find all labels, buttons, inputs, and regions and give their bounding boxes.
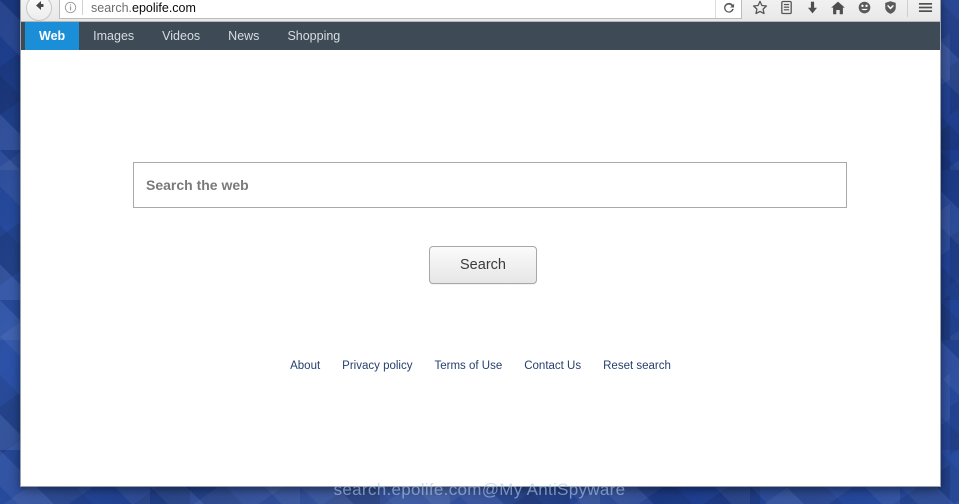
nav-tab-label: Videos — [162, 29, 201, 43]
nav-tab-label: Web — [39, 29, 66, 43]
footer-link-contact-us[interactable]: Contact Us — [524, 360, 581, 372]
search-input[interactable] — [134, 163, 846, 207]
browser-window: search.epolife.com Web Images Videos New… — [20, 0, 941, 487]
library-icon — [779, 0, 794, 15]
page-content: Search About Privacy policy Terms of Use… — [21, 50, 940, 486]
nav-tab-label: News — [228, 29, 260, 43]
bookmark-star-button[interactable] — [747, 0, 773, 19]
info-circle-icon[interactable] — [60, 1, 82, 14]
browser-toolbar: search.epolife.com — [21, 0, 940, 22]
reload-button[interactable] — [715, 0, 741, 18]
hamburger-menu-button[interactable] — [912, 0, 938, 19]
footer-link-about[interactable]: About — [290, 360, 320, 372]
nav-tab-news[interactable]: News — [214, 22, 273, 50]
footer-link-terms-of-use[interactable]: Terms of Use — [434, 360, 502, 372]
toolbar-separator — [907, 0, 908, 17]
pocket-button[interactable] — [851, 0, 877, 19]
downloads-icon — [805, 0, 820, 15]
nav-tab-label: Shopping — [287, 29, 341, 43]
footer-link-privacy-policy[interactable]: Privacy policy — [342, 360, 412, 372]
pocket-smiley-icon — [857, 0, 872, 15]
url-text[interactable]: search.epolife.com — [83, 1, 715, 15]
hamburger-menu-icon — [917, 0, 934, 15]
url-domain: epolife.com — [132, 0, 196, 15]
nav-tab-label: Images — [93, 29, 135, 43]
nav-tab-shopping[interactable]: Shopping — [273, 22, 354, 50]
back-button[interactable] — [26, 0, 52, 21]
tracking-protection-button[interactable] — [877, 0, 903, 19]
bookmark-star-icon — [752, 0, 768, 16]
url-prefix: search. — [91, 0, 132, 15]
downloads-button[interactable] — [799, 0, 825, 19]
footer-links: About Privacy policy Terms of Use Contac… — [21, 360, 940, 372]
home-button[interactable] — [825, 0, 851, 19]
nav-tab-images[interactable]: Images — [79, 22, 148, 50]
back-arrow-icon — [32, 0, 47, 18]
nav-tab-web[interactable]: Web — [25, 22, 80, 50]
search-box[interactable] — [133, 162, 847, 208]
footer-link-reset-search[interactable]: Reset search — [603, 360, 671, 372]
shield-icon — [883, 0, 898, 15]
search-button[interactable]: Search — [429, 246, 537, 284]
site-nav: Web Images Videos News Shopping — [21, 22, 940, 50]
library-button[interactable] — [773, 0, 799, 19]
home-icon — [830, 0, 846, 16]
nav-tab-videos[interactable]: Videos — [148, 22, 214, 50]
url-bar[interactable]: search.epolife.com — [59, 0, 742, 19]
